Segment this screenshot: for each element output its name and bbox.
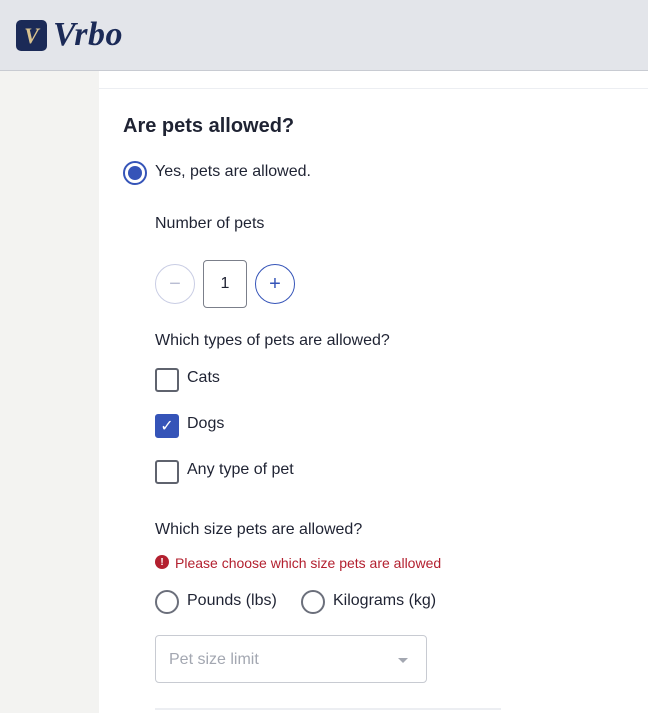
- chevron-down-icon: [398, 658, 408, 663]
- minus-icon: −: [169, 273, 181, 295]
- any-pet-label[interactable]: Any type of pet: [187, 461, 294, 479]
- kilograms-radio[interactable]: [301, 590, 325, 614]
- cats-label[interactable]: Cats: [187, 369, 220, 387]
- pounds-radio[interactable]: [155, 590, 179, 614]
- top-header: V Vrbo: [0, 0, 648, 71]
- pets-form-panel: Are pets allowed? Yes, pets are allowed.…: [99, 71, 648, 713]
- pounds-label[interactable]: Pounds (lbs): [187, 592, 277, 610]
- left-side-panel: [0, 71, 99, 713]
- dogs-label[interactable]: Dogs: [187, 415, 224, 433]
- partial-field-outline: [155, 708, 501, 710]
- plus-icon: +: [269, 273, 281, 295]
- pets-allowed-heading: Are pets allowed?: [123, 115, 295, 137]
- pet-size-error-message: Please choose which size pets are allowe…: [175, 555, 442, 571]
- pets-allowed-yes-label[interactable]: Yes, pets are allowed.: [155, 163, 311, 181]
- any-pet-checkbox[interactable]: [155, 460, 179, 484]
- cats-checkbox[interactable]: [155, 368, 179, 392]
- vrbo-logo-wordmark[interactable]: Vrbo: [53, 16, 123, 54]
- vrbo-logo-icon[interactable]: V: [16, 20, 47, 51]
- kilograms-label[interactable]: Kilograms (kg): [333, 592, 436, 610]
- increase-pets-button[interactable]: +: [255, 264, 295, 304]
- pet-size-limit-select[interactable]: Pet size limit: [155, 635, 427, 683]
- decrease-pets-button[interactable]: −: [155, 264, 195, 304]
- number-of-pets-label: Number of pets: [155, 215, 265, 232]
- section-divider: [99, 88, 648, 89]
- pet-size-limit-placeholder: Pet size limit: [169, 651, 259, 668]
- error-alert-icon: !: [155, 555, 169, 569]
- pet-types-question: Which types of pets are allowed?: [155, 332, 390, 349]
- dogs-checkbox[interactable]: ✓: [155, 414, 179, 438]
- pets-allowed-yes-radio[interactable]: [123, 161, 147, 185]
- checkmark-icon: ✓: [160, 418, 174, 435]
- pets-count-field[interactable]: 1: [203, 260, 247, 308]
- pet-size-error: ! Please choose which size pets are allo…: [155, 555, 441, 571]
- pet-size-question: Which size pets are allowed?: [155, 521, 363, 538]
